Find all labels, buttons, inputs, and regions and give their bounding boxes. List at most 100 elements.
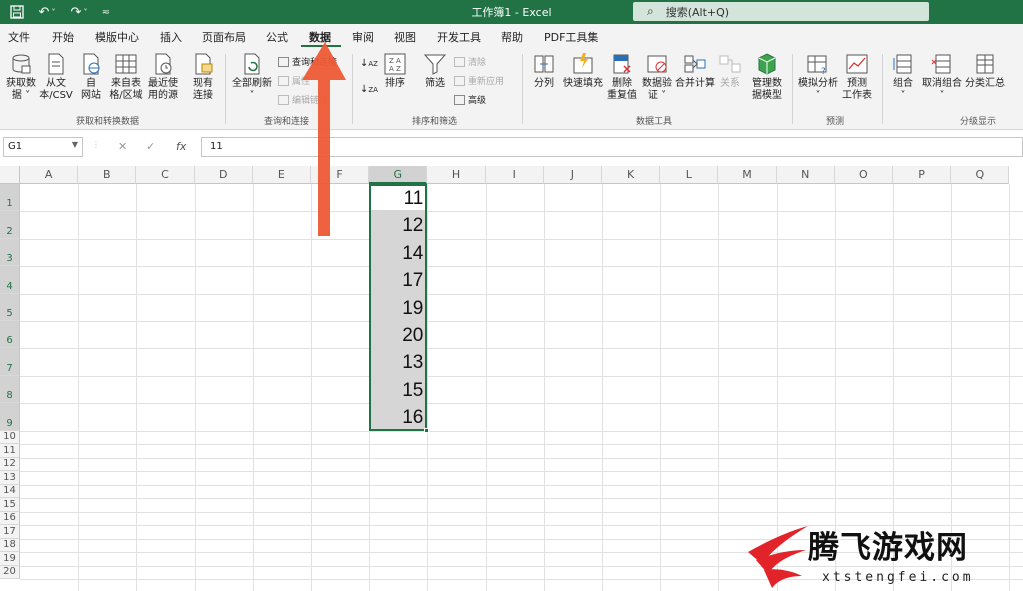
tab-view[interactable]: 视图 <box>394 29 416 45</box>
column-header[interactable]: K <box>602 166 661 184</box>
row-header[interactable]: 11 <box>0 444 20 458</box>
forecast-sheet-button[interactable]: 预测 工作表 <box>840 52 874 102</box>
tab-file[interactable]: 文件 <box>8 29 30 45</box>
cell-value[interactable]: 13 <box>369 352 427 375</box>
row-header[interactable]: 3 <box>0 238 20 267</box>
consolidate-button[interactable]: 合并计算 <box>674 52 716 90</box>
sort-descending-icon[interactable]: ↓ ZA <box>360 84 378 95</box>
filter-button[interactable]: 筛选 <box>422 52 448 90</box>
column-header[interactable]: N <box>776 166 835 184</box>
column-header[interactable]: M <box>718 166 777 184</box>
cell-value[interactable]: 11 <box>369 188 427 211</box>
advanced-filter-button[interactable]: 高级 <box>454 93 486 106</box>
subtotal-button[interactable]: 分类汇总 <box>964 52 1006 90</box>
text-to-columns-button[interactable]: 分列 <box>530 52 558 90</box>
row-header[interactable]: 5 <box>0 293 20 321</box>
recent-sources-button[interactable]: 最近使 用的源 <box>145 52 181 102</box>
search-box[interactable]: ⌕ 搜索(Alt+Q) <box>633 2 929 21</box>
cell-value[interactable]: 14 <box>369 243 427 266</box>
enter-icon[interactable]: ✓ <box>146 140 155 153</box>
tab-insert[interactable]: 插入 <box>160 29 182 45</box>
cell-value[interactable]: 16 <box>369 407 427 430</box>
undo-icon[interactable]: ↶ ˅ <box>34 3 60 21</box>
queries-connections-button[interactable]: 查询和连接 <box>278 55 337 68</box>
from-web-button[interactable]: 自 网站 <box>76 52 106 102</box>
insert-function-icon[interactable]: fx <box>176 140 186 153</box>
column-header[interactable]: O <box>834 166 893 184</box>
row-header[interactable]: 9 <box>0 403 20 431</box>
cell-value[interactable]: 19 <box>369 298 427 321</box>
remove-duplicates-button[interactable]: 删除 重复值 <box>606 52 638 102</box>
tab-data[interactable]: 数据 <box>309 29 331 45</box>
row-header[interactable]: 12 <box>0 457 20 472</box>
row-header[interactable]: 16 <box>0 511 20 526</box>
select-all-corner[interactable] <box>0 166 20 184</box>
column-header[interactable]: A <box>20 166 79 184</box>
column-header[interactable]: Q <box>951 166 1010 184</box>
row-header[interactable]: 2 <box>0 211 20 239</box>
what-if-analysis-button[interactable]: ? 模拟分析 ˅ <box>796 52 840 102</box>
column-header[interactable]: C <box>136 166 195 184</box>
column-header[interactable]: G <box>369 166 428 184</box>
group-button[interactable]: 组合 ˅ <box>888 52 918 102</box>
column-header[interactable]: H <box>427 166 486 184</box>
customize-toolbar-icon[interactable]: ≂ <box>99 3 113 21</box>
chevron-down-icon[interactable]: ▼ <box>72 140 78 149</box>
sort-ascending-icon[interactable]: ↓ AZ <box>360 58 378 69</box>
tab-templates[interactable]: 模版中心 <box>95 29 139 45</box>
column-header[interactable]: F <box>311 166 370 184</box>
edit-links-button[interactable]: 编辑链接 <box>278 93 328 106</box>
formula-input[interactable]: 11 <box>201 137 1023 157</box>
column-header[interactable]: D <box>194 166 253 184</box>
tab-help[interactable]: 帮助 <box>501 29 523 45</box>
flash-fill-button[interactable]: 快速填充 <box>562 52 604 90</box>
row-header[interactable]: 4 <box>0 266 20 294</box>
column-header[interactable]: B <box>78 166 137 184</box>
from-table-button[interactable]: 来自表 格/区域 <box>107 52 145 102</box>
tab-developer[interactable]: 开发工具 <box>437 29 481 45</box>
cancel-icon[interactable]: ✕ <box>118 140 127 153</box>
row-header[interactable]: 18 <box>0 538 20 553</box>
cell-value[interactable]: 20 <box>369 325 427 348</box>
cell-value[interactable]: 12 <box>369 215 427 238</box>
sort-button[interactable]: Z AA Z 排序 <box>382 52 408 90</box>
column-header[interactable]: I <box>485 166 544 184</box>
column-header[interactable]: J <box>543 166 602 184</box>
properties-button[interactable]: 属性 <box>278 74 310 87</box>
row-header[interactable]: 13 <box>0 471 20 485</box>
column-header[interactable]: E <box>252 166 311 184</box>
row-header[interactable]: 1 <box>0 184 20 212</box>
row-header[interactable]: 19 <box>0 552 20 566</box>
tab-formulas[interactable]: 公式 <box>266 29 288 45</box>
row-header[interactable]: 14 <box>0 484 20 499</box>
existing-connections-button[interactable]: 现有 连接 <box>188 52 218 102</box>
reapply-button[interactable]: 重新应用 <box>454 74 504 87</box>
row-header[interactable]: 10 <box>0 430 20 445</box>
tab-review[interactable]: 审阅 <box>352 29 374 45</box>
row-header[interactable]: 7 <box>0 348 20 376</box>
fill-handle[interactable] <box>424 427 430 433</box>
get-data-button[interactable]: 获取数 据 ˅ <box>2 52 40 102</box>
refresh-all-button[interactable]: 全部刷新 ˅ <box>230 52 274 102</box>
column-header[interactable]: L <box>660 166 719 184</box>
tab-pdf-tools[interactable]: PDF工具集 <box>544 29 598 45</box>
row-header[interactable]: 15 <box>0 498 20 512</box>
clear-filter-button[interactable]: 清除 <box>454 55 486 68</box>
tab-home[interactable]: 开始 <box>52 29 74 45</box>
relationships-button[interactable]: 关系 <box>716 52 744 90</box>
save-icon[interactable] <box>8 3 26 21</box>
row-header[interactable]: 8 <box>0 375 20 404</box>
cell-value[interactable]: 15 <box>369 380 427 403</box>
row-header[interactable]: 6 <box>0 321 20 349</box>
manage-data-model-button[interactable]: 管理数 据模型 <box>748 52 786 102</box>
row-header[interactable]: 20 <box>0 565 20 580</box>
row-header[interactable]: 17 <box>0 525 20 539</box>
tab-page-layout[interactable]: 页面布局 <box>202 29 246 45</box>
from-text-csv-button[interactable]: 从文 本/CSV <box>38 52 74 102</box>
redo-icon[interactable]: ↷ ˅ <box>66 3 92 21</box>
column-header[interactable]: P <box>893 166 952 184</box>
name-box[interactable]: G1 ▼ <box>3 137 83 157</box>
ungroup-button[interactable]: 取消组合 ˅ <box>920 52 964 102</box>
cell-value[interactable]: 17 <box>369 270 427 293</box>
data-validation-button[interactable]: 数据验 证 ˅ <box>640 52 674 102</box>
